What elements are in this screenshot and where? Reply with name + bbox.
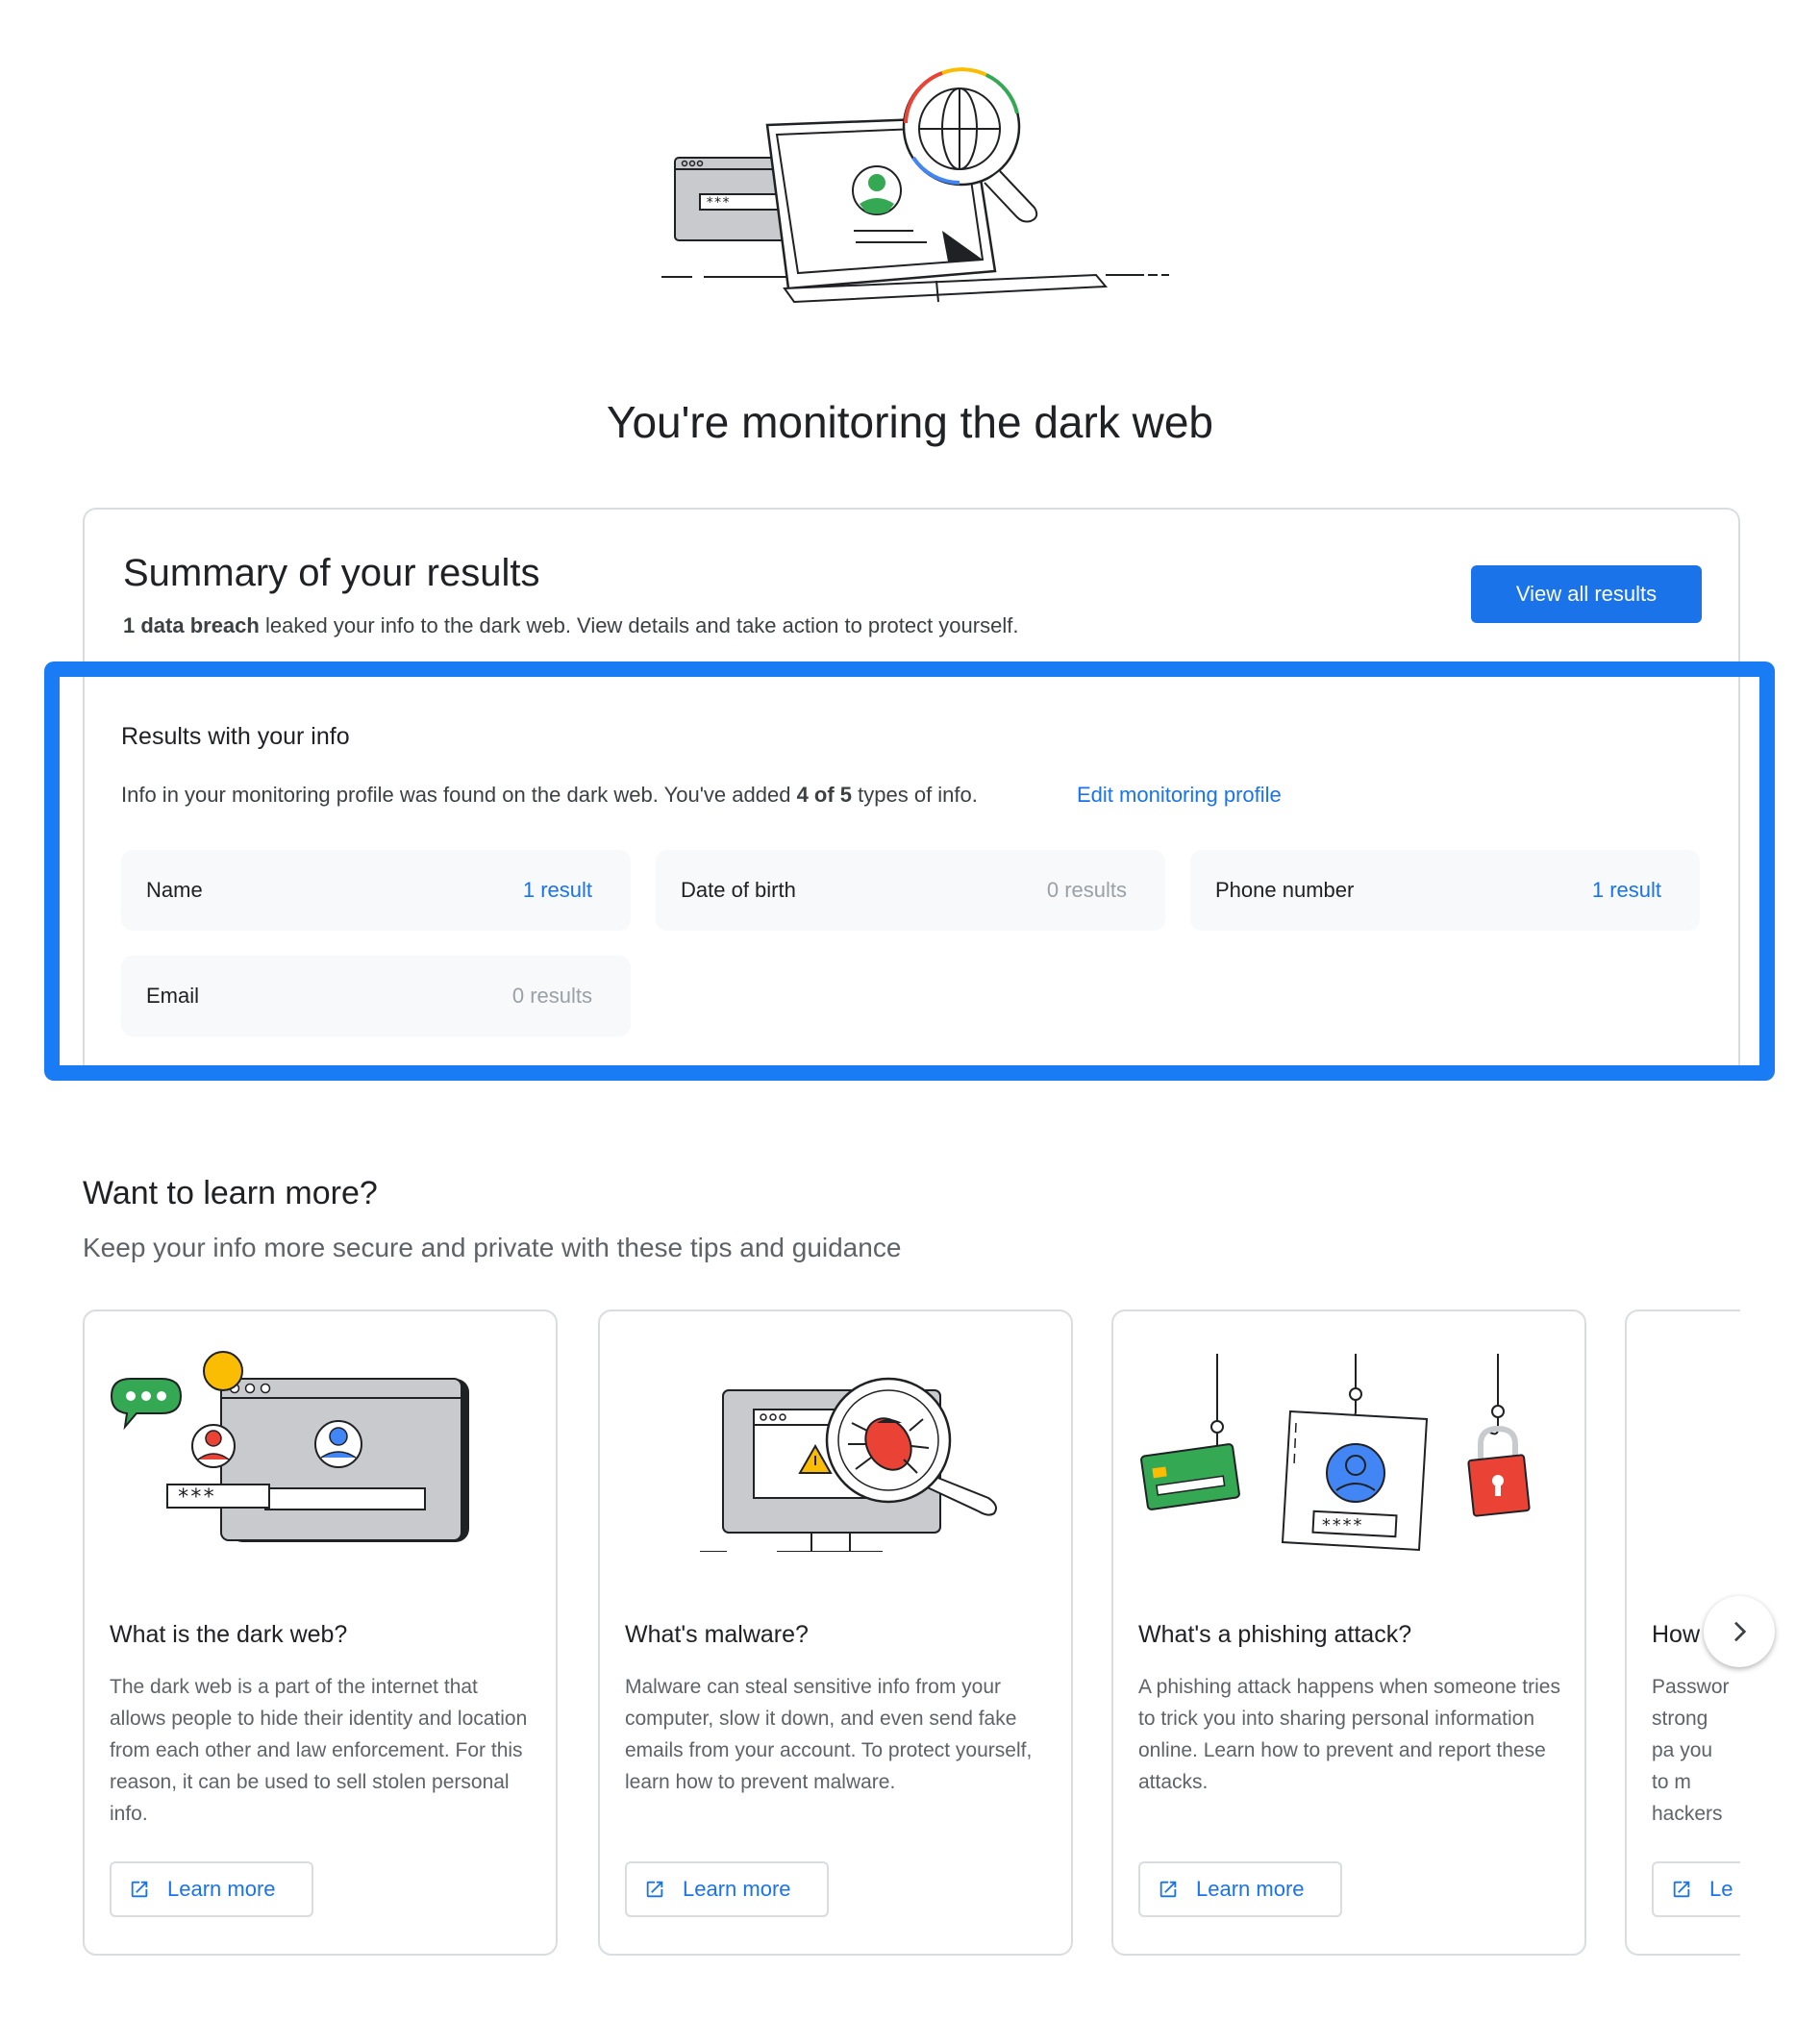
result-tile-date-of-birth[interactable]: Date of birth 0 results [656,850,1165,931]
results-info-title: Results with your info [121,723,350,750]
chevron-right-icon [1734,1621,1747,1642]
learn-card-phishing: **** What's a phishing attack? A phishin… [1111,1310,1586,1956]
carousel-next-button[interactable] [1704,1596,1775,1667]
results-info-text: Info in your monitoring profile was foun… [121,783,978,808]
view-all-results-button[interactable]: View all results [1471,565,1702,623]
card-body: The dark web is a part of the internet t… [110,1676,528,1825]
breach-description: leaked your info to the dark web. View d… [259,613,1019,637]
tile-label: Name [146,878,203,902]
svg-text:***: *** [706,195,730,211]
learn-more-button[interactable]: Le [1652,1861,1740,1917]
open-in-new-icon [131,1881,148,1898]
card-title: What's malware? [625,1621,809,1648]
svg-text:****: **** [1321,1515,1362,1535]
learn-more-button[interactable]: Learn more [110,1861,313,1917]
breach-count: 1 data breach [123,613,260,637]
result-tile-name[interactable]: Name 1 result [121,850,631,931]
tile-result: 0 results [511,984,592,1008]
learn-more-label: Learn more [167,1877,276,1901]
card-title: What's a phishing attack? [1138,1621,1412,1648]
learn-more-title: Want to learn more? [83,1175,378,1211]
open-in-new-icon [1673,1881,1690,1898]
dark-web-illustration: *** [110,1351,469,1542]
learn-more-label: Learn more [683,1877,791,1901]
card-body: Malware can steal sensitive info from yo… [625,1676,1033,1793]
info-text-suffix: types of info. [852,783,978,807]
tile-result: 0 results [1046,878,1127,902]
page-title: You're monitoring the dark web [606,397,1214,447]
dark-web-hero-illustration: *** [661,67,1169,304]
learn-card-malware: What's malware? Malware can steal sensit… [598,1310,1073,1956]
card-body: A phishing attack happens when someone t… [1138,1676,1560,1793]
open-in-new-icon [646,1881,663,1898]
info-text-prefix: Info in your monitoring profile was foun… [121,783,797,807]
tile-label: Date of birth [681,878,796,902]
tile-label: Phone number [1215,878,1355,902]
tile-label: Email [146,984,200,1008]
card-title: How [1652,1621,1701,1648]
learn-more-label: Learn more [1196,1877,1305,1901]
tile-result: 1 result [522,878,592,902]
tile-result: 1 result [1591,878,1661,902]
learn-more-button[interactable]: Learn more [1138,1861,1342,1917]
summary-title: Summary of your results [123,552,540,594]
card-body: Passwor strong pa you to m hackers [1652,1676,1730,1825]
phishing-illustration: **** [1140,1354,1531,1552]
result-tile-email[interactable]: Email 0 results [121,956,631,1036]
card-title: What is the dark web? [110,1621,348,1648]
open-in-new-icon [1159,1881,1177,1898]
result-tile-phone-number[interactable]: Phone number 1 result [1190,850,1700,931]
learn-more-subtitle: Keep your info more secure and private w… [83,1233,902,1262]
learn-more-label: Le [1709,1877,1733,1901]
malware-illustration [700,1377,997,1552]
learn-more-button[interactable]: Learn more [625,1861,829,1917]
edit-monitoring-profile-link[interactable]: Edit monitoring profile [1077,783,1282,808]
learn-card-dark-web: *** What is the dark web? The dark web i… [83,1310,558,1956]
added-count: 4 of 5 [796,783,853,807]
svg-text:***: *** [177,1485,215,1510]
summary-text: 1 data breach leaked your info to the da… [123,613,1018,638]
